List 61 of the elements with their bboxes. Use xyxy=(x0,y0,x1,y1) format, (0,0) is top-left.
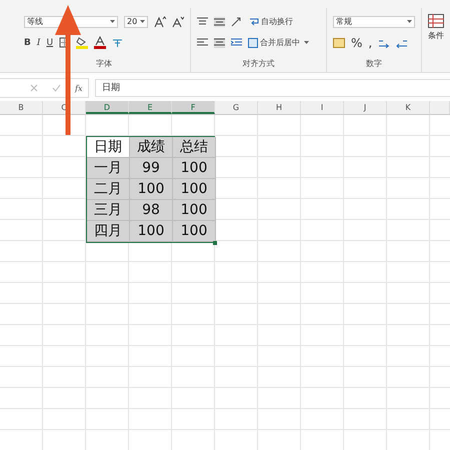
grow-font-icon[interactable] xyxy=(154,16,166,28)
formula-field[interactable]: 日期 xyxy=(95,79,450,97)
shrink-font-icon[interactable] xyxy=(172,16,184,28)
column-header[interactable]: F xyxy=(172,101,215,114)
table-cell: 100 xyxy=(173,221,216,242)
table-cell: 100 xyxy=(130,221,173,242)
column-header[interactable]: K xyxy=(387,101,430,114)
currency-icon[interactable] xyxy=(333,38,345,48)
table-cell: 98 xyxy=(130,200,173,221)
align-left-icon[interactable] xyxy=(197,38,208,48)
phonetic-icon[interactable] xyxy=(112,37,124,48)
align-middle-icon[interactable] xyxy=(214,16,225,26)
decrease-decimal-icon[interactable] xyxy=(396,38,408,48)
conditional-format-icon[interactable] xyxy=(428,14,444,28)
wrap-text-icon xyxy=(249,16,259,26)
table-cell: 100 xyxy=(173,200,216,221)
underline-button[interactable]: U xyxy=(46,38,54,48)
table-cell: 四月 xyxy=(87,221,130,242)
merge-center-button[interactable]: 合并后居中 xyxy=(248,37,309,48)
dropdown-icon xyxy=(407,20,412,23)
number-format-field[interactable]: 常规 xyxy=(333,16,415,28)
table-cell: 100 xyxy=(130,179,173,200)
align-center-icon[interactable] xyxy=(214,38,225,48)
dropdown-icon xyxy=(140,20,145,23)
conditional-format-button[interactable]: 条件 xyxy=(428,30,444,41)
group-label: 对齐方式 xyxy=(242,58,276,69)
fill-handle[interactable] xyxy=(213,241,217,245)
table-cell: 一月 xyxy=(87,158,130,179)
table-cell: 99 xyxy=(130,158,173,179)
font-color-icon[interactable] xyxy=(94,36,106,49)
group-label: 字体 xyxy=(95,58,113,69)
font-size-field[interactable]: 20 xyxy=(124,16,148,28)
column-header[interactable]: D xyxy=(86,101,129,114)
bold-button[interactable]: B xyxy=(24,38,31,48)
comma-button[interactable]: , xyxy=(368,36,372,50)
italic-button[interactable]: I xyxy=(36,38,40,48)
fill-color-icon[interactable] xyxy=(76,36,88,49)
wrap-text-button[interactable]: 自动换行 xyxy=(249,16,293,27)
dropdown-icon xyxy=(304,41,309,44)
align-top-icon[interactable] xyxy=(197,16,208,26)
table-cell: 日期 xyxy=(87,137,130,158)
group-label: 数字 xyxy=(365,58,383,69)
table-cell: 总结 xyxy=(173,137,216,158)
insert-function-button[interactable]: fx xyxy=(75,84,82,92)
table-cell: 100 xyxy=(173,158,216,179)
percent-button[interactable]: % xyxy=(351,36,362,50)
table-cell: 成绩 xyxy=(130,137,173,158)
merge-icon xyxy=(248,38,258,48)
table-cell: 100 xyxy=(173,179,216,200)
table-cell: 二月 xyxy=(87,179,130,200)
column-header[interactable]: E xyxy=(129,101,172,114)
column-header[interactable]: J xyxy=(344,101,387,114)
orientation-icon[interactable] xyxy=(231,16,243,26)
column-header[interactable]: G xyxy=(215,101,258,114)
column-header[interactable]: H xyxy=(258,101,301,114)
column-header[interactable]: B xyxy=(0,101,43,114)
column-header[interactable]: I xyxy=(301,101,344,114)
increase-decimal-icon[interactable] xyxy=(378,38,390,48)
indent-icon[interactable] xyxy=(231,38,242,48)
dropdown-icon xyxy=(110,20,116,23)
table-cell: 三月 xyxy=(87,200,130,221)
